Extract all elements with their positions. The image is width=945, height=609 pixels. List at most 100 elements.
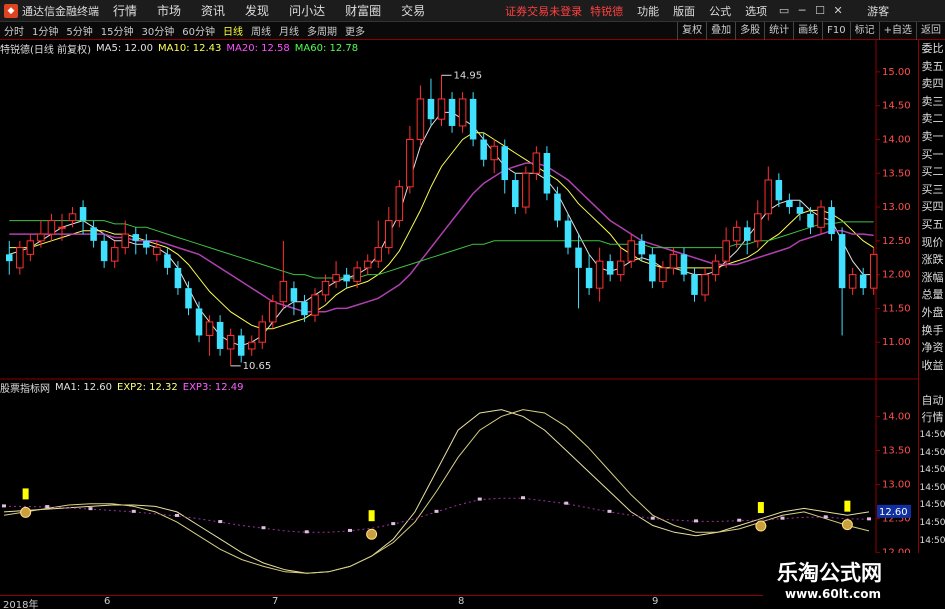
menu-wealth[interactable]: 财富圈 (345, 2, 381, 19)
period-30min[interactable]: 30分钟 (137, 23, 178, 38)
side-label[interactable]: 卖一 (919, 128, 945, 146)
candle-body (480, 139, 487, 160)
period-daily[interactable]: 日线 (219, 23, 247, 38)
menu-news[interactable]: 资讯 (201, 2, 225, 19)
close-icon[interactable]: ✕ (829, 3, 847, 19)
sub-dot (175, 513, 179, 517)
side-label[interactable]: 行情 (919, 409, 945, 427)
side-label[interactable]: 卖二 (919, 110, 945, 128)
side-label[interactable]: 14:50 (919, 515, 945, 533)
candle-body (437, 98, 446, 120)
menu-formula[interactable]: 公式 (709, 3, 731, 19)
period-15min[interactable]: 15分钟 (97, 23, 138, 38)
side-label[interactable]: 14:50 (919, 445, 945, 463)
side-label[interactable]: 14:50 (919, 427, 945, 445)
side-label[interactable]: 卖四 (919, 75, 945, 93)
back-button[interactable]: 返回 (916, 22, 945, 40)
candle-body (311, 294, 319, 316)
adjust-button[interactable]: 复权 (677, 22, 706, 40)
restore-icon[interactable]: ▭ (775, 3, 793, 19)
period-intraday[interactable]: 分时 (0, 23, 28, 38)
candle-body (796, 207, 804, 214)
side-label[interactable]: 买一 (919, 146, 945, 164)
candle-body (616, 260, 625, 276)
candle-body (153, 247, 161, 255)
overlay-button[interactable]: 叠加 (706, 22, 735, 40)
side-label[interactable]: 换手 (919, 322, 945, 340)
sub-dot (88, 507, 93, 511)
candle-body (764, 179, 773, 215)
minimize-icon[interactable]: ─ (793, 3, 811, 19)
x-tick-label: 2018年 (3, 600, 39, 609)
menu-layout[interactable]: 版面 (673, 3, 695, 19)
menu-ask[interactable]: 问小达 (289, 2, 325, 19)
candle-body (575, 247, 582, 268)
period-more[interactable]: 更多 (341, 23, 369, 38)
menu-function[interactable]: 功能 (637, 3, 659, 19)
candle-body (638, 240, 646, 255)
candle-body (205, 321, 214, 336)
candle-body (269, 301, 277, 323)
login-status[interactable]: 证券交易未登录 (505, 3, 582, 19)
side-label[interactable]: 卖五 (919, 58, 945, 76)
period-monthly[interactable]: 月线 (275, 23, 303, 38)
side-label[interactable]: 收益 (919, 357, 945, 375)
guest-label[interactable]: 游客 (867, 3, 889, 19)
side-label[interactable]: 总量 (919, 286, 945, 304)
mark-button[interactable]: 标记 (849, 22, 879, 40)
side-label[interactable]: 外盘 (919, 304, 945, 322)
candle-body (258, 321, 267, 343)
menu-quotes[interactable]: 行情 (113, 2, 137, 19)
candle-body (6, 254, 13, 262)
side-label[interactable]: 卖三 (919, 93, 945, 111)
f10-button[interactable]: F10 (822, 22, 849, 40)
period-1min[interactable]: 1分钟 (28, 23, 62, 38)
candle-body (47, 220, 56, 235)
draw-button[interactable]: 画线 (793, 22, 822, 40)
menu-options[interactable]: 选项 (745, 3, 767, 19)
side-label[interactable]: 买四 (919, 198, 945, 216)
side-label[interactable]: 涨跌 (919, 251, 945, 269)
sub-y-tick-label: 13.00 (882, 480, 911, 491)
candle-body (58, 226, 66, 229)
menu-discover[interactable]: 发现 (245, 2, 269, 19)
side-label[interactable]: 买五 (919, 216, 945, 234)
period-multi[interactable]: 多周期 (303, 23, 341, 38)
menu-market[interactable]: 市场 (157, 2, 181, 19)
candle-body (627, 240, 636, 262)
sub-info-line: 股票指标网 MA1: 12.60 EXP2: 12.32 EXP3: 12.49 (0, 380, 249, 395)
menu-trade[interactable]: 交易 (401, 2, 425, 19)
add-favorite-button[interactable]: +自选 (878, 22, 916, 40)
y-tick-label: 14.50 (882, 101, 911, 112)
period-5min[interactable]: 5分钟 (62, 23, 96, 38)
side-label[interactable]: 14:50 (919, 497, 945, 515)
side-label[interactable]: 14:50 (919, 462, 945, 480)
window-controls: ▭ ─ ☐ ✕ (775, 3, 847, 19)
kline-chart[interactable]: 15.00 14.50 14.00 13.50 13.00 12.50 12.00 11.50… (0, 40, 918, 595)
candle-body (416, 98, 425, 140)
side-label[interactable]: 委比 (919, 40, 945, 58)
sub-dot (218, 520, 223, 524)
candle-body (16, 247, 24, 269)
menu-bar: ◆ 通达信金融终端 行情 市场 资讯 发现 问小达 财富圈 交易 证券交易未登录… (0, 0, 945, 22)
period-weekly[interactable]: 周线 (247, 23, 275, 38)
side-label[interactable]: 买三 (919, 181, 945, 199)
side-label[interactable]: 涨幅 (919, 269, 945, 287)
stats-button[interactable]: 统计 (764, 22, 793, 40)
side-label[interactable] (919, 374, 945, 392)
candle-body (321, 280, 330, 296)
side-label[interactable]: 买二 (919, 163, 945, 181)
indicator-label: 股票指标网 (0, 383, 50, 395)
side-label[interactable]: 现价 (919, 234, 945, 252)
signal-bar (844, 500, 851, 512)
period-60min[interactable]: 60分钟 (178, 23, 219, 38)
watermark-title: 乐淘公式网 (777, 561, 882, 585)
maximize-icon[interactable]: ☐ (811, 3, 829, 19)
side-label[interactable]: 净资 (919, 339, 945, 357)
side-label[interactable]: 14:50 (919, 533, 945, 551)
candle-body (332, 274, 340, 282)
side-label[interactable]: 14:50 (919, 480, 945, 498)
candle-body (90, 227, 97, 241)
multi-stock-button[interactable]: 多股 (735, 22, 764, 40)
side-label[interactable]: 自动 (919, 392, 945, 410)
